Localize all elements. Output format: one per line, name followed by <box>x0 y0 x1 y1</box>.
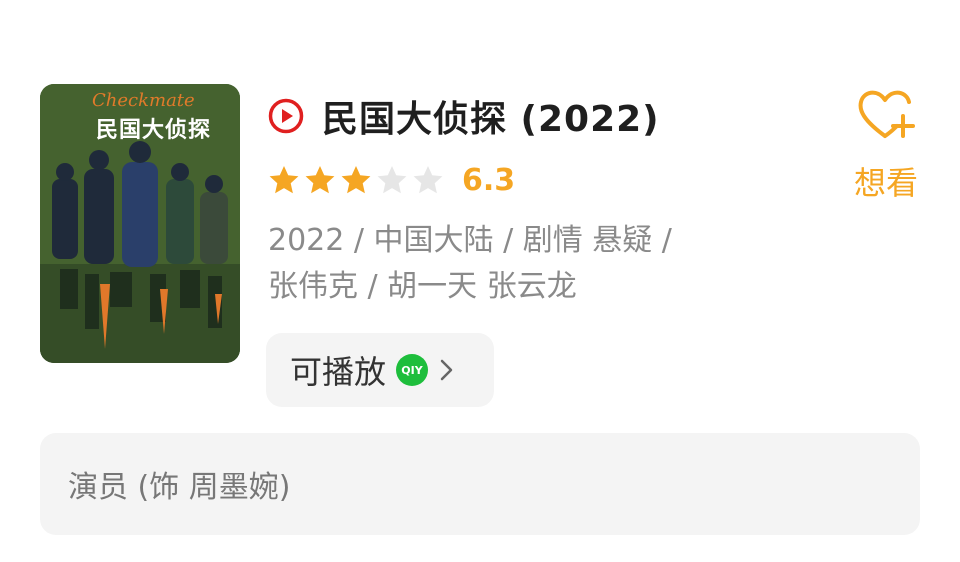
movie-poster[interactable]: Checkmate 民国大侦探 <box>40 84 240 363</box>
actor-role-text: 演员 (饰 周墨婉) <box>68 470 291 505</box>
star-icon <box>376 164 408 196</box>
poster-english-title: Checkmate <box>92 90 195 111</box>
movie-card: Checkmate 民国大侦探 民国大侦探 (2022) 6.3 2022 / … <box>0 0 960 562</box>
star-icon <box>268 164 300 196</box>
star-icon <box>412 164 444 196</box>
rating-stars <box>268 164 448 196</box>
play-circle-icon[interactable] <box>268 98 304 134</box>
want-to-watch-button[interactable]: 想看 <box>846 86 926 204</box>
want-to-watch-label: 想看 <box>853 164 918 202</box>
playable-label: 可播放 <box>290 353 387 391</box>
star-icon <box>340 164 372 196</box>
movie-meta: 2022 / 中国大陆 / 剧情 悬疑 / 张伟克 / 胡一天 张云龙 <box>268 218 672 310</box>
star-icon <box>304 164 336 196</box>
poster-chinese-title: 民国大侦探 <box>96 117 212 143</box>
heart-plus-icon <box>855 86 917 142</box>
actor-role-bar[interactable]: 演员 (饰 周墨婉) <box>40 433 920 535</box>
rating-row: 6.3 <box>268 162 515 198</box>
playable-button[interactable]: 可播放 QIY <box>266 333 494 407</box>
title-row: 民国大侦探 (2022) <box>268 94 660 140</box>
meta-line-credits: 张伟克 / 胡一天 张云龙 <box>268 269 577 304</box>
meta-line-info: 2022 / 中国大陆 / 剧情 悬疑 / <box>268 223 672 258</box>
iqiyi-icon: QIY <box>396 354 429 386</box>
chevron-right-icon <box>438 357 456 383</box>
rating-score: 6.3 <box>462 162 516 198</box>
movie-title: 民国大侦探 (2022) <box>322 99 660 140</box>
